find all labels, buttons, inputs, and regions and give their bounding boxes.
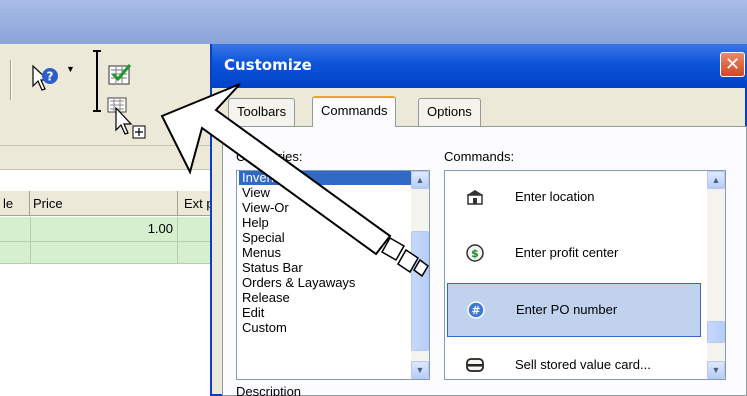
stored-value-card-icon [466, 358, 484, 372]
scroll-thumb[interactable] [707, 321, 725, 343]
svg-text:$: $ [471, 247, 479, 260]
commands-scrollbar[interactable]: ▲ ▼ [707, 171, 725, 379]
location-icon [467, 190, 483, 205]
instruction-arrow-icon [160, 83, 429, 278]
help-dropdown-arrow-icon[interactable]: ▼ [66, 64, 75, 74]
scroll-down-icon[interactable]: ▼ [411, 361, 429, 379]
svg-text:#: # [471, 304, 480, 317]
description-label: Description [236, 384, 302, 396]
command-label: Enter profit center [515, 245, 619, 260]
help-pointer-icon[interactable]: ? [30, 64, 60, 94]
toolbar-separator [10, 60, 12, 100]
profit-center-icon: $ [466, 244, 484, 262]
scroll-down-icon[interactable]: ▼ [707, 361, 725, 379]
checkmark-grid-icon[interactable] [108, 64, 132, 86]
tab-commands[interactable]: Commands [312, 96, 397, 127]
command-item[interactable]: Enter location [447, 171, 701, 225]
commands-label: Commands: [444, 149, 515, 164]
category-item[interactable]: Custom [242, 321, 287, 335]
insertion-marker-icon [93, 50, 101, 112]
svg-text:?: ? [47, 70, 54, 84]
drag-add-cursor-icon [107, 97, 146, 139]
command-item[interactable]: $ Enter profit center [447, 227, 701, 281]
command-label: Enter location [515, 189, 595, 204]
category-item[interactable]: Edit [242, 306, 264, 320]
column-header[interactable]: le [0, 191, 30, 216]
command-label: Enter PO number [516, 302, 618, 317]
app-titlebar [0, 0, 747, 44]
scroll-up-icon[interactable]: ▲ [707, 171, 725, 189]
command-item[interactable]: Sell stored value card... [447, 339, 701, 379]
close-button[interactable]: ✕ [720, 52, 745, 77]
command-label: Sell stored value card... [515, 357, 651, 372]
commands-list[interactable]: Enter location $ Enter profit center # E… [444, 170, 726, 380]
command-item-selected[interactable]: # Enter PO number [447, 283, 701, 337]
po-number-icon: # [467, 301, 485, 319]
